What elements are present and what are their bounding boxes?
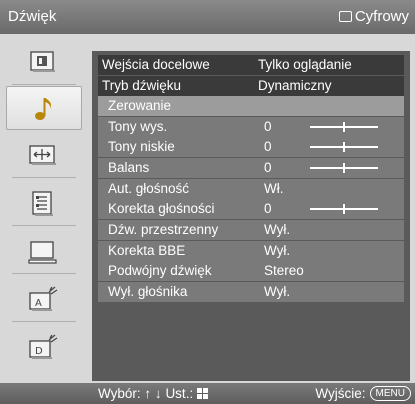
row-value: Tylko oglądanie xyxy=(258,57,352,72)
exit-hint-label: Wyjście: xyxy=(315,386,366,401)
menu-row-volume-offset[interactable]: Korekta głośności 0 xyxy=(98,199,404,219)
slider-knob[interactable] xyxy=(343,163,345,173)
screen-format-icon xyxy=(29,145,56,165)
menu-row-dual-sound[interactable]: Podwójny dźwięk Stereo xyxy=(98,261,404,281)
treble-slider[interactable] xyxy=(310,122,378,132)
menu-row-surround[interactable]: Dźw. przestrzenny Wył. xyxy=(98,220,404,240)
row-label: Wejścia docelowe xyxy=(102,57,210,72)
picture-icon xyxy=(30,51,55,72)
sidebar-item-screen[interactable] xyxy=(6,136,82,178)
sidebar-item-analog[interactable]: A xyxy=(6,280,82,322)
row-value: Dynamiczny xyxy=(258,78,332,93)
sidebar-item-picture[interactable] xyxy=(6,43,82,85)
slider-knob[interactable] xyxy=(343,204,345,214)
row-label: Tony niskie xyxy=(108,139,175,154)
slider-knob[interactable] xyxy=(343,142,345,152)
navigation-hint: Wybór: ↑ ↓ Ust.: xyxy=(98,386,208,401)
menu-row-bass[interactable]: Tony niskie 0 xyxy=(98,137,404,157)
row-value: Wył. xyxy=(264,284,291,299)
music-note-icon xyxy=(35,98,52,120)
volume-offset-slider[interactable] xyxy=(310,204,378,214)
row-label: Korekta głośności xyxy=(108,201,215,216)
up-down-arrows-icon: ↑ ↓ xyxy=(144,386,162,401)
sidebar-item-settings[interactable] xyxy=(6,184,82,226)
footer-help-bar: Wybór: ↑ ↓ Ust.: Wyjście: MENU xyxy=(0,383,415,404)
row-value: Wył. xyxy=(264,243,291,258)
menu-row-treble[interactable]: Tony wys. 0 xyxy=(98,117,404,137)
input-source-indicator: Cyfrowy xyxy=(338,8,409,25)
menu-row-reset[interactable]: Zerowanie xyxy=(98,96,404,116)
confirm-hint-label: Ust.: xyxy=(165,386,194,401)
svg-text:D: D xyxy=(35,346,43,357)
balance-slider[interactable] xyxy=(310,163,378,173)
row-label: Zerowanie xyxy=(108,98,172,113)
sidebar-item-pc[interactable] xyxy=(6,232,82,274)
row-label: Aut. głośność xyxy=(108,181,190,196)
rectangle-outline-icon xyxy=(338,11,352,22)
row-label: Korekta BBE xyxy=(108,243,186,258)
svg-text:A: A xyxy=(35,298,42,309)
analog-antenna-icon: A xyxy=(29,286,58,311)
settings-list-icon xyxy=(32,191,53,216)
row-value: 0 xyxy=(264,139,272,154)
menu-row-bbe[interactable]: Korekta BBE Wył. xyxy=(98,241,404,261)
row-label: Wył. głośnika xyxy=(108,284,188,299)
row-value: 0 xyxy=(264,160,272,175)
menu-row-auto-volume[interactable]: Aut. głośność Wł. xyxy=(98,179,404,199)
slider-knob[interactable] xyxy=(343,122,345,132)
row-label: Balans xyxy=(108,160,150,175)
menu-row-target-inputs[interactable]: Wejścia docelowe Tylko oglądanie xyxy=(98,55,404,75)
pc-monitor-icon xyxy=(28,241,57,264)
row-value: 0 xyxy=(264,119,272,134)
row-label: Tryb dźwięku xyxy=(102,78,182,93)
select-hint-label: Wybór: xyxy=(98,386,141,401)
category-sidebar: A D xyxy=(6,43,82,375)
menu-title: Dźwięk xyxy=(8,8,57,25)
enter-button-icon xyxy=(196,388,208,399)
row-label: Dźw. przestrzenny xyxy=(108,222,219,237)
menu-row-balance[interactable]: Balans 0 xyxy=(98,158,404,178)
menu-row-sound-mode[interactable]: Tryb dźwięku Dynamiczny xyxy=(98,76,404,96)
row-value: Wył. xyxy=(264,222,291,237)
sound-settings-panel: Wejścia docelowe Tylko oglądanie Tryb dź… xyxy=(92,51,410,381)
row-value: Stereo xyxy=(264,263,304,278)
sidebar-item-sound[interactable] xyxy=(6,86,82,130)
row-value: Wł. xyxy=(264,181,284,196)
tv-sound-menu-screen: Dźwięk Cyfrowy A D Wejścia docelowe Tylk… xyxy=(0,0,415,404)
input-source-label: Cyfrowy xyxy=(354,8,409,25)
row-value: 0 xyxy=(264,201,272,216)
exit-hint: Wyjście: MENU xyxy=(315,386,411,401)
sidebar-item-digital[interactable]: D xyxy=(6,328,82,366)
bass-slider[interactable] xyxy=(310,142,378,152)
row-label: Podwójny dźwięk xyxy=(108,263,212,278)
menu-button-icon[interactable]: MENU xyxy=(369,386,411,401)
digital-antenna-icon: D xyxy=(29,334,58,359)
header-bar: Dźwięk Cyfrowy xyxy=(0,0,415,34)
menu-row-speaker-off[interactable]: Wył. głośnika Wył. xyxy=(98,282,404,302)
row-label: Tony wys. xyxy=(108,119,168,134)
